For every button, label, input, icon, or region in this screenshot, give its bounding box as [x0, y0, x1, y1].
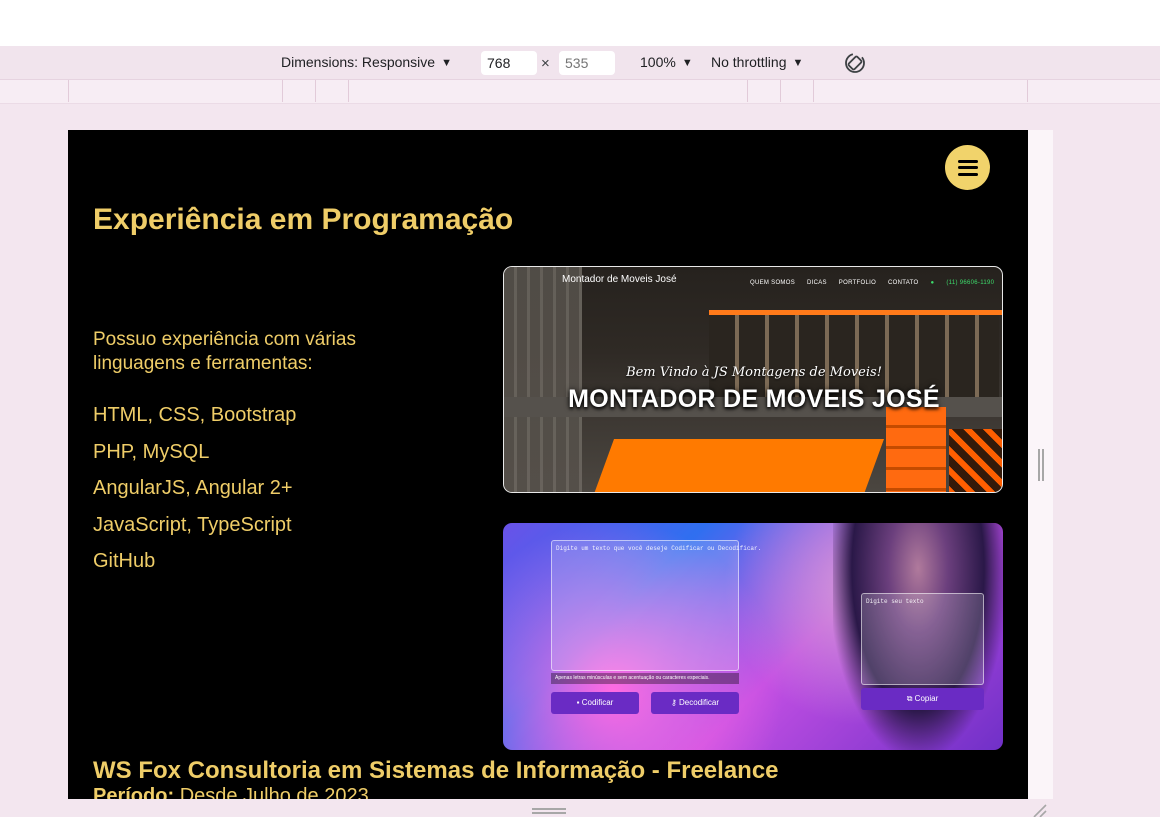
list-item: HTML, CSS, Bootstrap [93, 404, 297, 426]
whatsapp-icon: ● [930, 280, 935, 286]
skills-list: HTML, CSS, Bootstrap PHP, MySQL AngularJ… [93, 402, 296, 585]
list-item: GitHub [93, 550, 156, 572]
decode-button: ⚷ Decodificar [651, 692, 739, 714]
device-toolbar: Dimensions: Responsive ▼ × 100% ▼ No throt… [0, 46, 1160, 80]
output-textarea [861, 593, 984, 685]
job-period: Período: Desde Julho de 2023 [93, 785, 369, 799]
list-item: AngularJS, Angular 2+ [93, 477, 293, 499]
key-icon: ⚷ [670, 698, 680, 707]
menu-item: PORTFOLIO [838, 280, 877, 286]
input-note: Apenas letras minúsculas e sem acentuaçã… [551, 673, 739, 684]
resize-handle-bottom[interactable] [532, 808, 566, 814]
textarea-placeholder: Digite um texto que você deseje Codifica… [556, 545, 762, 552]
rotate-icon[interactable] [843, 51, 867, 75]
zoom-label: 100% [640, 54, 676, 70]
menu-item: CONTATO [888, 280, 919, 286]
caret-down-icon: ▼ [441, 57, 452, 69]
skills-intro: Possuo experiência com várias linguagens… [93, 329, 356, 374]
dimensions-label: Dimensions: Responsive [281, 54, 436, 70]
project-screenshot-encoder[interactable]: Digite um texto que você deseje Codifica… [503, 523, 1003, 750]
caret-down-icon: ▼ [681, 57, 693, 69]
throttling-dropdown[interactable]: No throttling ▼ [711, 46, 803, 80]
output-placeholder: Digite seu texto [866, 598, 924, 605]
phone-number: (11) 96606-1190 [946, 280, 995, 286]
period-label: Período: [93, 785, 175, 799]
site-welcome: Bem Vindo à JS Montagens de Moveis! [626, 365, 882, 380]
dimensions-dropdown[interactable]: Dimensions: Responsive ▼ [281, 46, 452, 80]
hamburger-menu-icon[interactable] [945, 145, 990, 190]
media-query-ruler [0, 80, 1160, 104]
encode-button: ▪ Codificar [551, 692, 639, 714]
menu-item: DICAS [806, 280, 827, 286]
site-nav: Montador de Moveis José QUEM SOMOS DICAS… [504, 267, 1002, 295]
period-value: Desde Julho de 2023 [179, 785, 369, 799]
browser-top-area [0, 0, 1160, 46]
resize-handle-right[interactable] [1038, 449, 1044, 481]
page-viewport: Experiência em Programação Possuo experi… [68, 130, 1028, 799]
caret-down-icon: ▼ [792, 57, 804, 69]
times-icon: × [541, 55, 550, 72]
site-brand: Montador de Moveis José [562, 274, 677, 285]
throttling-label: No throttling [711, 54, 787, 70]
site-headline: MONTADOR DE MOVEIS JOSÉ [568, 385, 940, 413]
zoom-dropdown[interactable]: 100% ▼ [640, 46, 693, 80]
site-menu: QUEM SOMOS DICAS PORTFOLIO CONTATO ● (11… [750, 280, 1002, 286]
encoder-textarea [551, 540, 739, 671]
job-title: WS Fox Consultoria em Sistemas de Inform… [93, 757, 779, 784]
copy-icon: ⧉ [906, 694, 915, 703]
project-screenshot-moveis[interactable]: Montador de Moveis José QUEM SOMOS DICAS… [503, 266, 1003, 493]
list-item: PHP, MySQL [93, 440, 210, 463]
list-item: JavaScript, TypeScript [93, 513, 292, 536]
menu-item: QUEM SOMOS [750, 280, 796, 286]
section-title: Experiência em Programação [93, 203, 514, 236]
resize-corner-icon[interactable] [1032, 803, 1048, 817]
height-input[interactable] [559, 51, 615, 75]
width-input[interactable] [481, 51, 537, 75]
copy-button: ⧉ Copiar [861, 688, 984, 710]
